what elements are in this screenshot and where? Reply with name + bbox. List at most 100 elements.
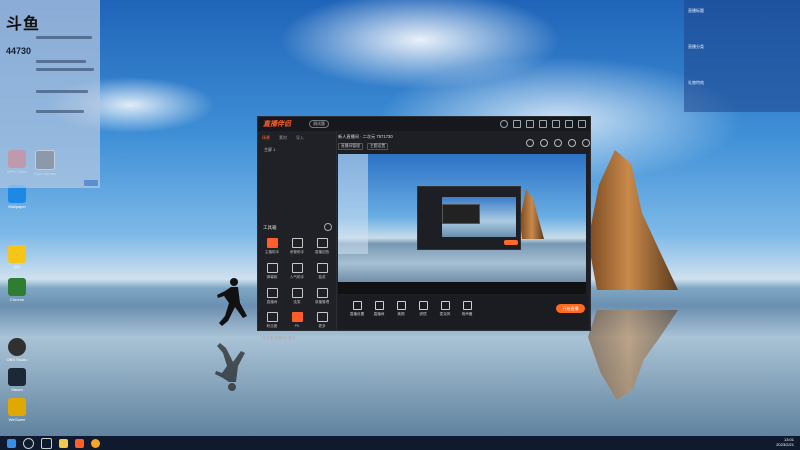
sidebar: 场景 素材 导入 主屏 1 工具箱 主播助手 房管助手 直播回放 弹幕姬 人气助…	[258, 131, 337, 340]
runner-reflection	[215, 343, 245, 391]
popularity-icon	[291, 263, 303, 273]
avatar-icon[interactable]	[500, 120, 508, 128]
shield-icon[interactable]	[554, 139, 562, 147]
tool-room-admin[interactable]: 房管助手	[285, 238, 309, 255]
wegame-icon	[8, 398, 26, 416]
live-companion-taskbar-icon[interactable]	[75, 438, 84, 448]
microphone-icon	[440, 301, 450, 310]
runner-silhouette	[217, 278, 247, 326]
room-code: 44730	[6, 46, 32, 56]
tool-link-mic[interactable]: 连麦	[285, 288, 309, 305]
tool-lottery[interactable]: 抽奖	[310, 263, 334, 280]
stream-preview[interactable]	[338, 154, 586, 294]
lottery-icon	[316, 263, 328, 273]
text-line	[36, 68, 94, 71]
assistant-icon	[266, 238, 278, 248]
system-tray-clock[interactable]: 13:01 2023/2/21	[776, 437, 794, 447]
tool-more[interactable]: 更多	[310, 312, 334, 329]
search-icon[interactable]	[23, 437, 34, 449]
tab-scene[interactable]: 场景	[262, 135, 270, 141]
minimize-icon[interactable]	[552, 120, 560, 128]
titlebar: 直播伴侣 测试版	[258, 117, 590, 131]
monitor-icon	[352, 301, 362, 310]
qq-icon	[8, 245, 26, 263]
bell-icon[interactable]	[568, 139, 576, 147]
cliff-rock	[588, 150, 678, 290]
toolbox-settings-icon[interactable]	[324, 223, 332, 231]
desktop-icon-obs[interactable]: OBS Studio	[0, 338, 34, 362]
microphone-button[interactable]: 麦克风	[434, 301, 456, 317]
beauty-icon	[396, 301, 406, 310]
pk-icon	[291, 312, 303, 322]
live-room-button[interactable]: 直播间	[368, 301, 390, 317]
tool-recording[interactable]: 录播管理	[310, 288, 334, 305]
desktop-icon-wegame[interactable]: WeGame	[0, 398, 34, 422]
link-mic-icon	[291, 288, 303, 298]
preview-cliff	[520, 189, 544, 239]
left-notification-panel: 斗鱼 44730	[0, 0, 100, 188]
tool-fan-club[interactable]: 粉丝团	[260, 312, 284, 329]
desktop-icon-chrome[interactable]: Chrome	[0, 278, 34, 302]
nested-mini-window	[442, 204, 480, 224]
desktop-icon-wallpaper[interactable]: Wallpaper	[0, 185, 34, 209]
live-room-icon	[266, 288, 278, 298]
target-icon[interactable]	[526, 139, 534, 147]
right-settings-panel: 直播标题 直播分类 礼物特效	[684, 0, 800, 112]
sidebar-footer: 5 主播 直播间小助手	[263, 336, 296, 340]
tool-streamer-assistant[interactable]: 主播助手	[260, 238, 284, 255]
share-icon[interactable]	[582, 139, 590, 147]
row-label: 直播标题	[688, 8, 704, 13]
beauty-button[interactable]: 美颜	[390, 301, 412, 317]
steam-icon	[8, 368, 26, 386]
text-line	[36, 110, 84, 113]
desktop-icon-steam[interactable]: Steam	[0, 368, 34, 392]
toolbox-title: 工具箱	[263, 225, 277, 230]
menu-icon[interactable]	[539, 120, 547, 128]
windows-taskbar: 13:01 2023/2/21	[0, 436, 800, 450]
live-settings-button[interactable]: 直播设置	[346, 301, 368, 317]
chrome-icon	[8, 278, 26, 296]
settings-icon[interactable]	[513, 120, 521, 128]
preview-desktop-strip	[338, 154, 368, 254]
file-explorer-icon[interactable]	[59, 438, 68, 448]
tool-popularity[interactable]: 人气助手	[285, 263, 309, 280]
tool-pk[interactable]: PK	[285, 312, 309, 328]
tab-import[interactable]: 导入	[296, 135, 304, 141]
preview-taskbar	[338, 282, 586, 294]
maximize-icon[interactable]	[565, 120, 573, 128]
nested-live-button	[504, 240, 518, 245]
filter-button[interactable]: 滤镜	[412, 301, 434, 317]
close-icon[interactable]	[578, 120, 586, 128]
home-icon	[374, 301, 384, 310]
task-view-icon[interactable]	[41, 437, 52, 449]
cliff-reflection	[588, 310, 678, 400]
tool-replay[interactable]: 直播回放	[310, 238, 334, 255]
speaker-button[interactable]: 扬声器	[456, 301, 478, 317]
skin-icon[interactable]	[526, 120, 534, 128]
row-label: 直播分类	[688, 44, 704, 49]
windows-start-icon[interactable]	[7, 438, 16, 448]
bottom-toolbar: 直播设置 直播间 美颜 滤镜 麦克风 扬声器 开始直播	[338, 295, 588, 329]
scene-item[interactable]: 主屏 1	[264, 147, 275, 153]
fan-club-icon	[266, 312, 278, 322]
panel-confirm-button[interactable]	[84, 180, 98, 186]
text-line	[36, 60, 86, 63]
tool-live-room[interactable]: 直播间	[260, 288, 284, 305]
room-title[interactable]: 新人直播间 · 二次元 7571730	[338, 134, 393, 140]
danmaku-icon	[266, 263, 278, 273]
room-manage-tag[interactable]: 直播间管理	[338, 143, 363, 150]
desktop-icon-qq[interactable]: QQ	[0, 245, 34, 269]
douyu-logo: 斗鱼	[6, 16, 41, 33]
tool-danmaku[interactable]: 弹幕姬	[260, 263, 284, 280]
filter-icon	[418, 301, 428, 310]
window-controls	[500, 120, 586, 128]
header-icons	[526, 139, 590, 147]
browser-taskbar-icon[interactable]	[91, 438, 100, 448]
theme-settings-tag[interactable]: 主题设置	[366, 143, 389, 150]
recording-icon	[316, 288, 328, 298]
tab-material[interactable]: 素材	[279, 135, 287, 141]
camera-icon[interactable]	[540, 139, 548, 147]
start-live-button[interactable]: 开始直播	[556, 304, 585, 313]
obs-icon	[8, 338, 26, 356]
app-logo: 直播伴侣	[263, 121, 291, 128]
